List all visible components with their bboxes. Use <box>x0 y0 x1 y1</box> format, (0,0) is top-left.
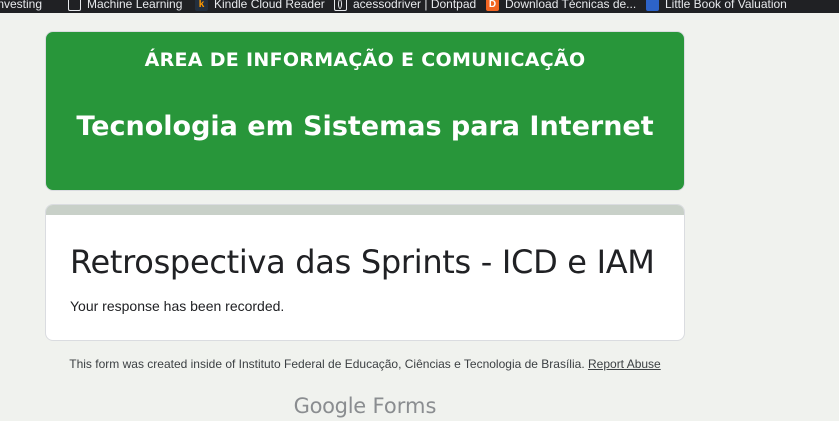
bookmark-investing[interactable]: Investing <box>0 0 42 13</box>
bookmark-little-book-of-valuation[interactable]: Little Book of Valuation <box>646 0 787 13</box>
confirmation-card: Retrospectiva das Sprints - ICD e IAM Yo… <box>45 204 685 341</box>
bookmark-label: acessodriver | Dontpad <box>353 0 477 11</box>
bookmark-label: Machine Learning <box>87 0 183 11</box>
banner-title: Tecnologia em Sistemas para Internet <box>76 111 654 142</box>
card-accent-bar <box>46 205 684 215</box>
folder-icon <box>68 0 81 11</box>
bookmark-kindle-cloud-reader[interactable]: k Kindle Cloud Reader <box>195 0 325 13</box>
globe-icon <box>334 0 347 11</box>
bookmark-label: Download Técnicas de... <box>505 0 637 11</box>
bookmarks-bar: Investing Machine Learning k Kindle Clou… <box>0 0 839 13</box>
footer-text: This form was created inside of Institut… <box>69 357 585 371</box>
header-banner: ÁREA DE INFORMAÇÃO E COMUNICAÇÃO Tecnolo… <box>45 31 685 191</box>
bookmark-label: Kindle Cloud Reader <box>214 0 325 11</box>
bookmark-label: Investing <box>0 0 43 11</box>
shield-icon <box>646 0 659 11</box>
form-title: Retrospectiva das Sprints - ICD e IAM <box>70 243 655 281</box>
banner-subtitle: ÁREA DE INFORMAÇÃO E COMUNICAÇÃO <box>144 49 586 71</box>
bookmark-download-tecnicas[interactable]: D Download Técnicas de... <box>486 0 636 13</box>
footer: This form was created inside of Institut… <box>45 357 685 371</box>
report-abuse-link[interactable]: Report Abuse <box>588 357 661 371</box>
d-icon: D <box>486 0 499 11</box>
confirmation-message: Your response has been recorded. <box>70 298 285 314</box>
google-forms-logo[interactable]: Google Forms <box>0 394 730 418</box>
bookmark-machine-learning[interactable]: Machine Learning <box>68 0 182 13</box>
bookmark-dontpad[interactable]: acessodriver | Dontpad <box>334 0 476 13</box>
forms-wordmark: Forms <box>372 394 437 418</box>
kindle-icon: k <box>195 0 208 11</box>
google-wordmark: Google <box>293 394 367 418</box>
bookmark-label: Little Book of Valuation <box>665 0 787 11</box>
